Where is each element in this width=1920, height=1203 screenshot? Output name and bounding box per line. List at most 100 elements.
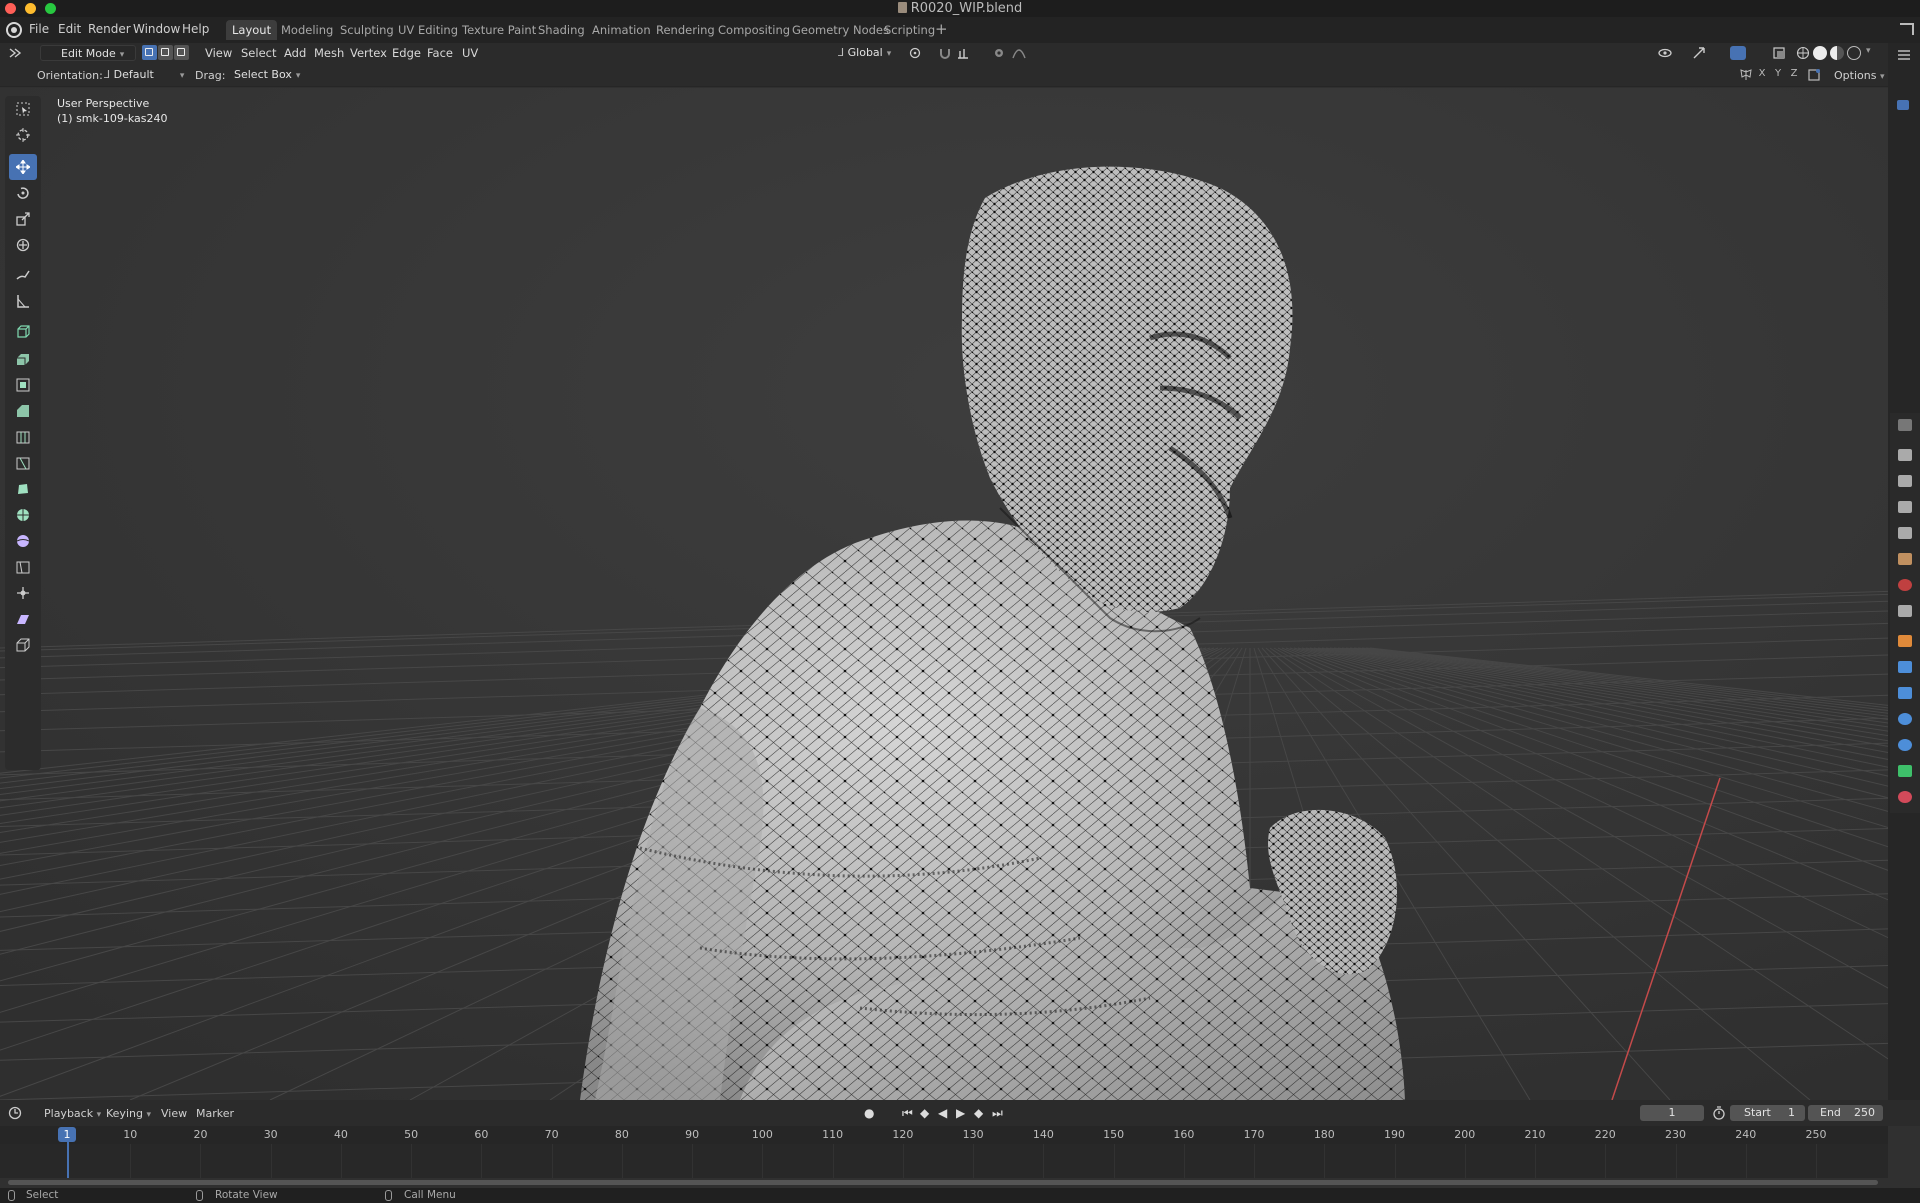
tool-rip-region[interactable] [9,632,37,658]
workspace-tab-rendering[interactable]: Rendering [650,20,721,40]
edge-select-mode-button[interactable] [158,45,173,60]
tool-knife[interactable] [9,450,37,476]
snap-target-icon[interactable] [956,46,970,60]
tool-scale[interactable] [9,206,37,232]
workspace-tab-shading[interactable]: Shading [532,20,591,40]
tool-measure[interactable] [9,288,37,314]
constraints-properties-icon[interactable] [1898,739,1912,751]
workspace-tab-modeling[interactable]: Modeling [275,20,339,40]
timeline-menu-keying[interactable]: Keying ▾ [106,1107,151,1120]
previous-keyframe-icon[interactable]: ◆ [920,1106,929,1120]
options-dropdown[interactable]: Options ▾ [1834,69,1884,82]
current-frame-indicator[interactable]: 1 [58,1127,76,1142]
tool-spin[interactable] [9,502,37,528]
render-properties-icon[interactable] [1898,475,1912,487]
collection-properties-icon[interactable] [1898,605,1912,617]
header-menu-edge[interactable]: Edge [392,46,421,60]
end-frame-field[interactable]: End 250 [1808,1105,1883,1121]
timeline-scrollbar[interactable] [8,1180,1878,1185]
workspace-tab-scripting[interactable]: Scripting [878,20,941,40]
start-frame-field[interactable]: Start 1 [1730,1105,1805,1121]
drag-dropdown[interactable]: Select Box ▾ [228,67,300,83]
mode-dropdown[interactable]: Edit Mode ▾ [40,45,136,61]
tool-edge-slide[interactable] [9,554,37,580]
header-menu-select[interactable]: Select [241,46,276,60]
properties-editor-icon[interactable] [1898,419,1912,431]
mirror-y-toggle[interactable]: Y [1771,68,1785,82]
tool-move[interactable] [9,154,37,180]
tool-bevel[interactable] [9,398,37,424]
falloff-icon[interactable] [1012,46,1026,60]
play-icon[interactable]: ▶ [956,1106,965,1120]
mirror-z-toggle[interactable]: Z [1787,68,1801,82]
jump-to-start-icon[interactable]: ⏮ [902,1106,913,1121]
scene-properties-icon[interactable] [1898,553,1912,565]
modifier-properties-icon[interactable] [1898,661,1912,673]
shading-options-chevron-icon[interactable]: ▾ [1866,46,1871,56]
solid-shading-icon[interactable] [1813,46,1827,60]
stopwatch-icon[interactable] [1712,1106,1726,1120]
current-frame-field[interactable]: 1 [1640,1105,1704,1121]
tool-smooth[interactable] [9,528,37,554]
particles-properties-icon[interactable] [1898,687,1912,699]
outliner-editor-icon[interactable] [1897,49,1911,62]
editor-type-icon[interactable] [8,46,22,60]
mirror-x-toggle[interactable]: X [1755,68,1769,82]
tool-annotate[interactable] [9,262,37,288]
timeline-editor-type-icon[interactable] [8,1106,22,1120]
physics-properties-icon[interactable] [1898,713,1912,725]
header-menu-view[interactable]: View [205,46,232,60]
tool-loop-cut[interactable] [9,424,37,450]
tool-inset-faces[interactable] [9,372,37,398]
workspace-tab-layout[interactable]: Layout [226,20,278,40]
visibility-selectability-icon[interactable] [1658,46,1672,60]
add-workspace-icon[interactable]: + [935,20,948,38]
timeline-dopesheet-area[interactable] [0,1144,1888,1178]
pivot-point-icon[interactable] [908,46,922,60]
workspace-tab-compositing[interactable]: Compositing [712,20,796,40]
tool-extrude-region[interactable] [9,346,37,372]
scene-selector-icon[interactable] [1900,23,1914,35]
menu-edit[interactable]: Edit [58,22,81,36]
tool-shrink-fatten[interactable] [9,580,37,606]
header-menu-face[interactable]: Face [427,46,453,60]
header-menu-add[interactable]: Add [284,46,306,60]
material-properties-icon[interactable] [1898,791,1912,803]
menu-help[interactable]: Help [182,22,209,36]
object-properties-icon[interactable] [1898,635,1912,647]
snap-icon[interactable] [938,46,952,60]
tool-shear[interactable] [9,606,37,632]
tool-properties-icon[interactable] [1898,449,1912,461]
vertex-select-mode-button[interactable] [142,45,157,60]
xray-toggle-icon[interactable] [1772,46,1786,60]
tool-cursor[interactable] [9,122,37,148]
header-menu-uv[interactable]: UV [462,46,478,60]
workspace-tab-animation[interactable]: Animation [586,20,657,40]
timeline-menu-view[interactable]: View [161,1107,187,1120]
menu-render[interactable]: Render [88,22,131,36]
play-reverse-icon[interactable]: ◀ [938,1106,947,1120]
timeline-menu-marker[interactable]: Marker [196,1107,234,1120]
playhead-line[interactable] [67,1142,69,1178]
workspace-tab-uv-editing[interactable]: UV Editing [392,20,464,40]
data-properties-icon[interactable] [1898,765,1912,777]
proportional-editing-icon[interactable] [992,46,1006,60]
tool-select-box[interactable] [9,96,37,122]
blender-logo-icon[interactable] [6,22,22,38]
orientation-dropdown[interactable]: ⅃ Default ▾ [98,67,184,83]
timeline-frame-ruler[interactable]: 10 20 30 40 50 60 70 80 90 100 110 120 130 140 150 160 1… [0,1126,1888,1144]
header-menu-mesh[interactable]: Mesh [314,46,344,60]
tool-add-cube[interactable] [9,318,37,344]
wireframe-shading-icon[interactable] [1796,46,1810,60]
face-select-mode-button[interactable] [174,45,189,60]
next-keyframe-icon[interactable]: ◆ [974,1106,983,1120]
tool-rotate[interactable] [9,180,37,206]
workspace-tab-texture-paint[interactable]: Texture Paint [456,20,542,40]
auto-keying-record-icon[interactable]: ● [864,1106,874,1120]
menu-window[interactable]: Window [133,22,180,36]
gizmo-icon[interactable] [1692,46,1706,60]
timeline-menu-playback[interactable]: Playback ▾ [44,1107,101,1120]
jump-to-end-icon[interactable]: ⏭ [992,1106,1003,1121]
auto-merge-icon[interactable] [1807,68,1821,82]
outliner-collection-icon[interactable] [1897,100,1909,110]
